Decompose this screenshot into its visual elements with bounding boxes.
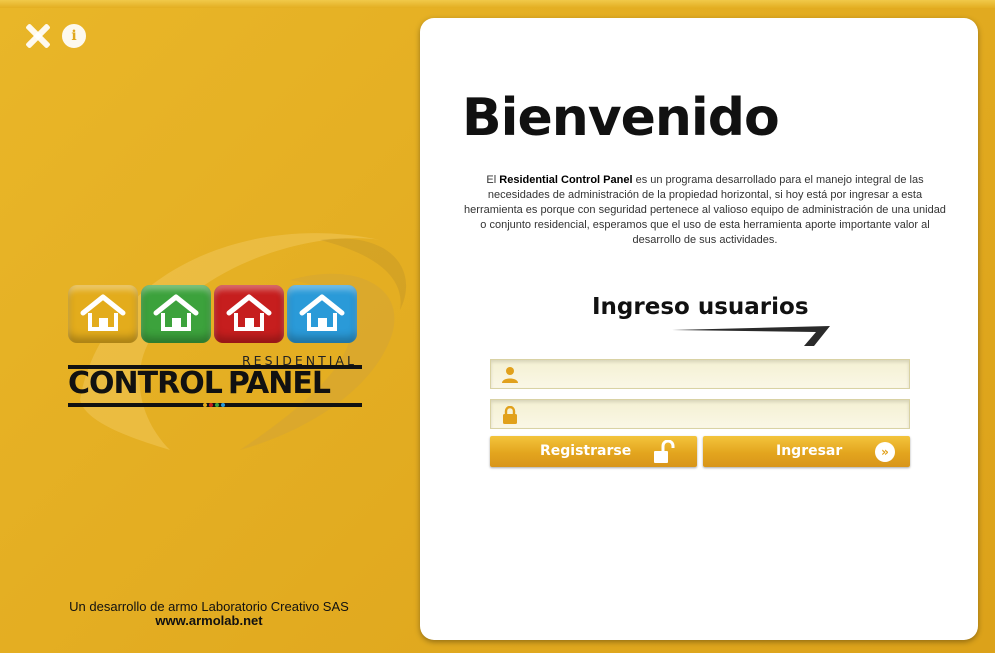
house-icon-yellow [68, 285, 138, 343]
brand-dot [209, 403, 213, 407]
login-button[interactable]: Ingresar » [703, 436, 910, 467]
password-input[interactable] [525, 400, 909, 430]
brand-title: CONTROL PANEL [68, 366, 331, 401]
brand-dot [215, 403, 219, 407]
unlock-icon [654, 440, 675, 463]
brand-dots [203, 403, 225, 407]
title-bar [0, 0, 995, 8]
info-icon[interactable]: i [62, 24, 86, 48]
credit-footer: Un desarrollo de armo Laboratorio Creati… [0, 600, 418, 628]
window-controls: i [24, 22, 86, 50]
brand-title-left: CONTROL [68, 366, 223, 401]
chevrons-right-icon: » [875, 442, 895, 462]
house-icon-blue [287, 285, 357, 343]
credit-text: Un desarrollo de armo Laboratorio Creati… [69, 599, 349, 614]
user-icon [502, 367, 518, 383]
intro-product-name: Residential Control Panel [499, 174, 633, 186]
website-link[interactable]: www.armolab.net [0, 614, 418, 628]
register-button[interactable]: Registrarse [490, 436, 697, 467]
house-icons [68, 285, 366, 343]
intro-paragraph: El Residential Control Panel es un progr… [462, 173, 948, 248]
intro-prefix: El [486, 174, 500, 186]
register-button-label: Registrarse [540, 443, 632, 459]
brand-logo: RESIDENTIAL CONTROL PANEL [66, 285, 366, 415]
brand-dot [221, 403, 225, 407]
close-icon[interactable] [24, 22, 52, 50]
password-field[interactable] [490, 399, 910, 430]
lock-icon [503, 406, 517, 424]
brand-dot [203, 403, 207, 407]
login-title-underline [672, 326, 830, 346]
house-icon-green [141, 285, 211, 343]
house-icon-red [214, 285, 284, 343]
login-button-label: Ingresar [776, 443, 843, 459]
brand-title-right: PANEL [227, 366, 331, 401]
login-title: Ingreso usuarios [592, 294, 809, 320]
username-field[interactable] [490, 359, 910, 390]
username-input[interactable] [525, 360, 909, 390]
info-glyph: i [71, 28, 77, 44]
page-title: Bienvenido [462, 88, 780, 148]
